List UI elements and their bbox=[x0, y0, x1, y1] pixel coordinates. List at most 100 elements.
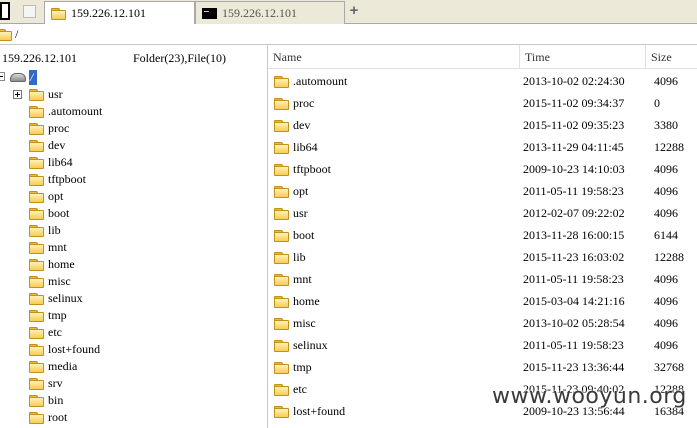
folder-icon bbox=[29, 327, 44, 339]
expand-icon[interactable] bbox=[13, 90, 22, 99]
file-size: 32768 bbox=[654, 360, 684, 374]
file-name: proc bbox=[293, 96, 315, 110]
root-label[interactable]: / bbox=[29, 70, 37, 85]
tree-item[interactable]: home bbox=[0, 256, 267, 273]
folder-icon bbox=[29, 157, 44, 169]
file-size: 6144 bbox=[654, 228, 678, 242]
file-row[interactable]: usr 2012-02-07 09:22:02 4096 bbox=[268, 202, 697, 224]
tree-item-label: boot bbox=[48, 206, 70, 220]
current-path[interactable]: / bbox=[15, 27, 18, 42]
tree-item[interactable]: selinux bbox=[0, 290, 267, 307]
window-menu-icon[interactable] bbox=[0, 2, 10, 20]
tree-item[interactable]: tmp bbox=[0, 307, 267, 324]
tree-item[interactable]: misc bbox=[0, 273, 267, 290]
file-row[interactable]: lib64 2013-11-29 04:11:45 12288 bbox=[268, 136, 697, 158]
tree-item[interactable]: root bbox=[0, 409, 267, 426]
new-session-icon[interactable] bbox=[23, 5, 36, 18]
folder-icon bbox=[29, 293, 44, 305]
file-time: 2015-03-04 14:21:16 bbox=[523, 294, 625, 308]
file-size: 4096 bbox=[654, 184, 678, 198]
file-size: 3380 bbox=[654, 118, 678, 132]
tree-item[interactable]: tftpboot bbox=[0, 171, 267, 188]
folder-icon bbox=[29, 412, 44, 424]
column-size-header[interactable]: Size bbox=[646, 45, 697, 69]
file-row[interactable]: selinux 2011-05-11 19:58:23 4096 bbox=[268, 334, 697, 356]
tree-item[interactable]: etc bbox=[0, 324, 267, 341]
file-row[interactable]: .automount 2013-10-02 02:24:30 4096 bbox=[268, 70, 697, 92]
tree-item-label: opt bbox=[48, 189, 64, 203]
folder-icon bbox=[274, 318, 289, 330]
tab-label: 159.226.12.101 bbox=[71, 5, 146, 20]
tree-item[interactable]: bin bbox=[0, 392, 267, 409]
folder-icon bbox=[29, 395, 44, 407]
file-row[interactable]: proc 2015-11-02 09:34:37 0 bbox=[268, 92, 697, 114]
file-row[interactable]: dev 2015-11-02 09:35:23 3380 bbox=[268, 114, 697, 136]
folder-icon bbox=[274, 252, 289, 264]
tree-item[interactable]: dev bbox=[0, 137, 267, 154]
file-time: 2015-11-23 16:03:02 bbox=[523, 250, 625, 264]
tree-item-label: .automount bbox=[48, 104, 103, 118]
terminal-icon bbox=[202, 7, 217, 19]
file-row[interactable]: boot 2013-11-28 16:00:15 6144 bbox=[268, 224, 697, 246]
file-row[interactable]: opt 2011-05-11 19:58:23 4096 bbox=[268, 180, 697, 202]
folder-icon bbox=[29, 174, 44, 186]
tree-item-label: selinux bbox=[48, 291, 83, 305]
file-row[interactable]: misc 2013-10-02 05:28:54 4096 bbox=[268, 312, 697, 334]
tree-item[interactable]: mnt bbox=[0, 239, 267, 256]
file-size: 4096 bbox=[654, 294, 678, 308]
tree-item-label: root bbox=[48, 410, 68, 424]
file-name: mnt bbox=[293, 272, 312, 286]
file-name: tmp bbox=[293, 360, 312, 374]
tree-item[interactable]: usr bbox=[0, 86, 267, 103]
folder-icon bbox=[274, 362, 289, 374]
file-time: 2013-11-29 04:11:45 bbox=[523, 140, 624, 154]
collapse-icon[interactable] bbox=[0, 72, 5, 81]
tree-item[interactable]: lib64 bbox=[0, 154, 267, 171]
file-name: boot bbox=[293, 228, 315, 242]
file-row[interactable]: tftpboot 2009-10-23 14:10:03 4096 bbox=[268, 158, 697, 180]
tree-root[interactable]: / bbox=[0, 69, 267, 86]
folder-icon bbox=[274, 164, 289, 176]
column-name-header[interactable]: Name bbox=[268, 45, 520, 69]
tab-terminal[interactable]: 159.226.12.101 bbox=[195, 1, 345, 24]
tree-item[interactable]: media bbox=[0, 358, 267, 375]
folder-icon bbox=[29, 361, 44, 373]
path-bar[interactable]: / bbox=[0, 24, 697, 45]
tree-item[interactable]: .automount bbox=[0, 103, 267, 120]
file-time: 2013-10-02 05:28:54 bbox=[523, 316, 625, 330]
folder-icon bbox=[29, 89, 44, 101]
tree-item-label: misc bbox=[48, 274, 71, 288]
tree-item-label: mnt bbox=[48, 240, 67, 254]
file-size: 0 bbox=[654, 96, 660, 110]
folder-icon bbox=[274, 274, 289, 286]
folder-icon bbox=[29, 242, 44, 254]
file-row[interactable]: tmp 2015-11-23 13:36:44 32768 bbox=[268, 356, 697, 378]
file-name: opt bbox=[293, 184, 309, 198]
folder-icon bbox=[29, 106, 44, 118]
file-time: 2011-05-11 19:58:23 bbox=[523, 184, 624, 198]
tree-item-label: bin bbox=[48, 393, 64, 407]
tree-item[interactable]: proc bbox=[0, 120, 267, 137]
folder-icon bbox=[29, 344, 44, 356]
file-list-panel: Name Time Size .automount 2013-10-02 02:2… bbox=[268, 45, 697, 428]
file-row[interactable]: lib 2015-11-23 16:03:02 12288 bbox=[268, 246, 697, 268]
column-time-header[interactable]: Time bbox=[520, 45, 646, 69]
file-size: 4096 bbox=[654, 272, 678, 286]
tree-item[interactable]: opt bbox=[0, 188, 267, 205]
tree-item-label: usr bbox=[48, 87, 63, 101]
watermark: www.wooyun.org bbox=[492, 384, 687, 409]
file-time: 2015-11-02 09:34:37 bbox=[523, 96, 625, 110]
file-name: misc bbox=[293, 316, 316, 330]
tab-file-manager[interactable]: 159.226.12.101 bbox=[44, 1, 195, 24]
file-row[interactable]: home 2015-03-04 14:21:16 4096 bbox=[268, 290, 697, 312]
file-row[interactable]: mnt 2011-05-11 19:58:23 4096 bbox=[268, 268, 697, 290]
tree-item[interactable]: srv bbox=[0, 375, 267, 392]
add-tab-button[interactable]: + bbox=[347, 2, 361, 20]
tree-item[interactable]: boot bbox=[0, 205, 267, 222]
folder-icon bbox=[0, 28, 12, 41]
file-name: lib64 bbox=[293, 140, 318, 154]
tab-bar: 159.226.12.101 159.226.12.101 + bbox=[0, 0, 697, 24]
tree-item[interactable]: lib bbox=[0, 222, 267, 239]
tree-item[interactable]: lost+found bbox=[0, 341, 267, 358]
file-time: 2015-11-23 13:36:44 bbox=[523, 360, 625, 374]
